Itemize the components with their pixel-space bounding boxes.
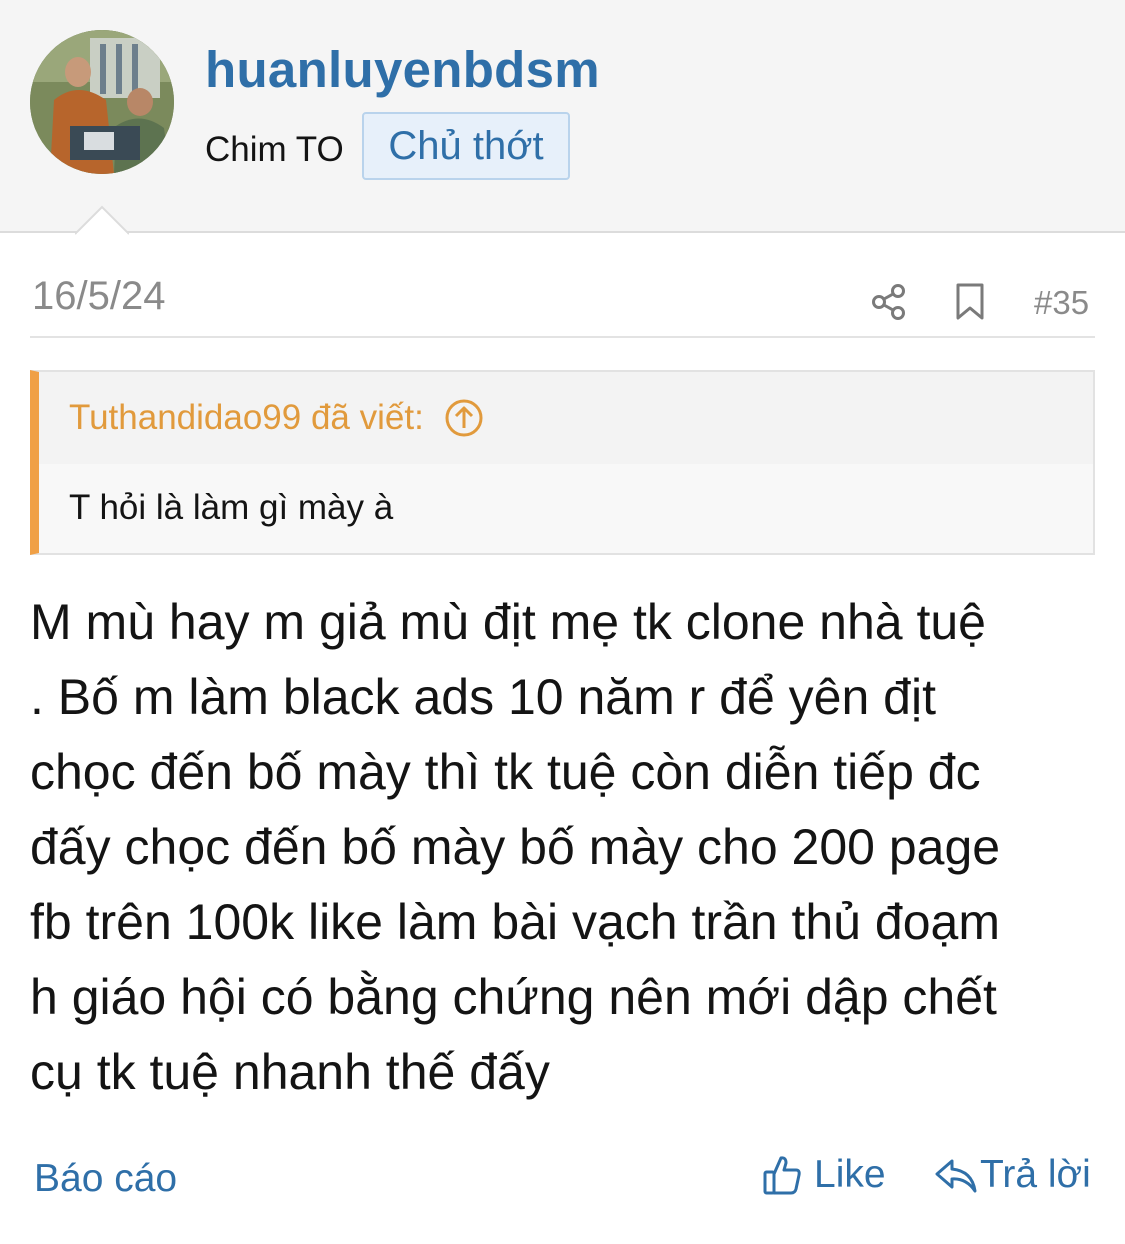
report-link[interactable]: Báo cáo xyxy=(34,1157,177,1201)
avatar-photo-icon xyxy=(30,30,174,174)
reply-label: Trả lời xyxy=(980,1153,1091,1196)
bookmark-icon[interactable] xyxy=(955,283,985,321)
message-body: M mù hay m giả mù địt mẹ tk clone nhà tu… xyxy=(30,585,1105,1110)
message-line: M mù hay m giả mù địt mẹ tk clone nhà tu… xyxy=(30,594,986,650)
quote-header[interactable]: Tuthandidao99 đã viết: xyxy=(39,372,1093,464)
thread-starter-badge: Chủ thớt xyxy=(362,112,570,180)
quote-author[interactable]: Tuthandidao99 đã viết: xyxy=(69,398,424,438)
user-title: Chim TO xyxy=(205,130,344,169)
user-avatar[interactable] xyxy=(30,30,174,174)
message-line: cụ tk tuệ nhanh thế đấy xyxy=(30,1044,550,1100)
reply-button[interactable]: Trả lời xyxy=(934,1153,1091,1197)
username-link[interactable]: huanluyenbdsm xyxy=(205,40,600,99)
message-line: fb trên 100k like làm bài vạch trần thủ … xyxy=(30,894,1000,950)
message-line: chọc đến bố mày thì tk tuệ còn diễn tiếp… xyxy=(30,744,981,800)
post-number-link[interactable]: #35 xyxy=(1034,284,1089,322)
like-button[interactable]: Like xyxy=(762,1153,886,1197)
message-line: . Bố m làm black ads 10 năm r để yên địt xyxy=(30,669,936,725)
arrow-up-circle-icon[interactable] xyxy=(444,398,484,438)
forum-post: huanluyenbdsm Chim TO Chủ thớt 16/5/24 #… xyxy=(0,0,1125,1244)
thumbs-up-icon xyxy=(763,1156,801,1195)
quote-block: Tuthandidao99 đã viết: T hỏi là làm gì m… xyxy=(30,370,1095,555)
like-label: Like xyxy=(814,1153,886,1196)
message-line: đấy chọc đến bố mày bố mày cho 200 page xyxy=(30,819,1001,875)
post-user-header: huanluyenbdsm Chim TO Chủ thớt xyxy=(0,0,1125,235)
share-icon[interactable] xyxy=(870,283,908,321)
message-pointer-arrow xyxy=(75,205,129,235)
quote-body: T hỏi là làm gì mày à xyxy=(69,488,394,527)
reply-arrow-icon xyxy=(935,1159,977,1193)
meta-divider xyxy=(30,336,1095,338)
message-line: h giáo hội có bằng chứng nên mới dập chế… xyxy=(30,969,997,1025)
post-date[interactable]: 16/5/24 xyxy=(32,274,165,319)
